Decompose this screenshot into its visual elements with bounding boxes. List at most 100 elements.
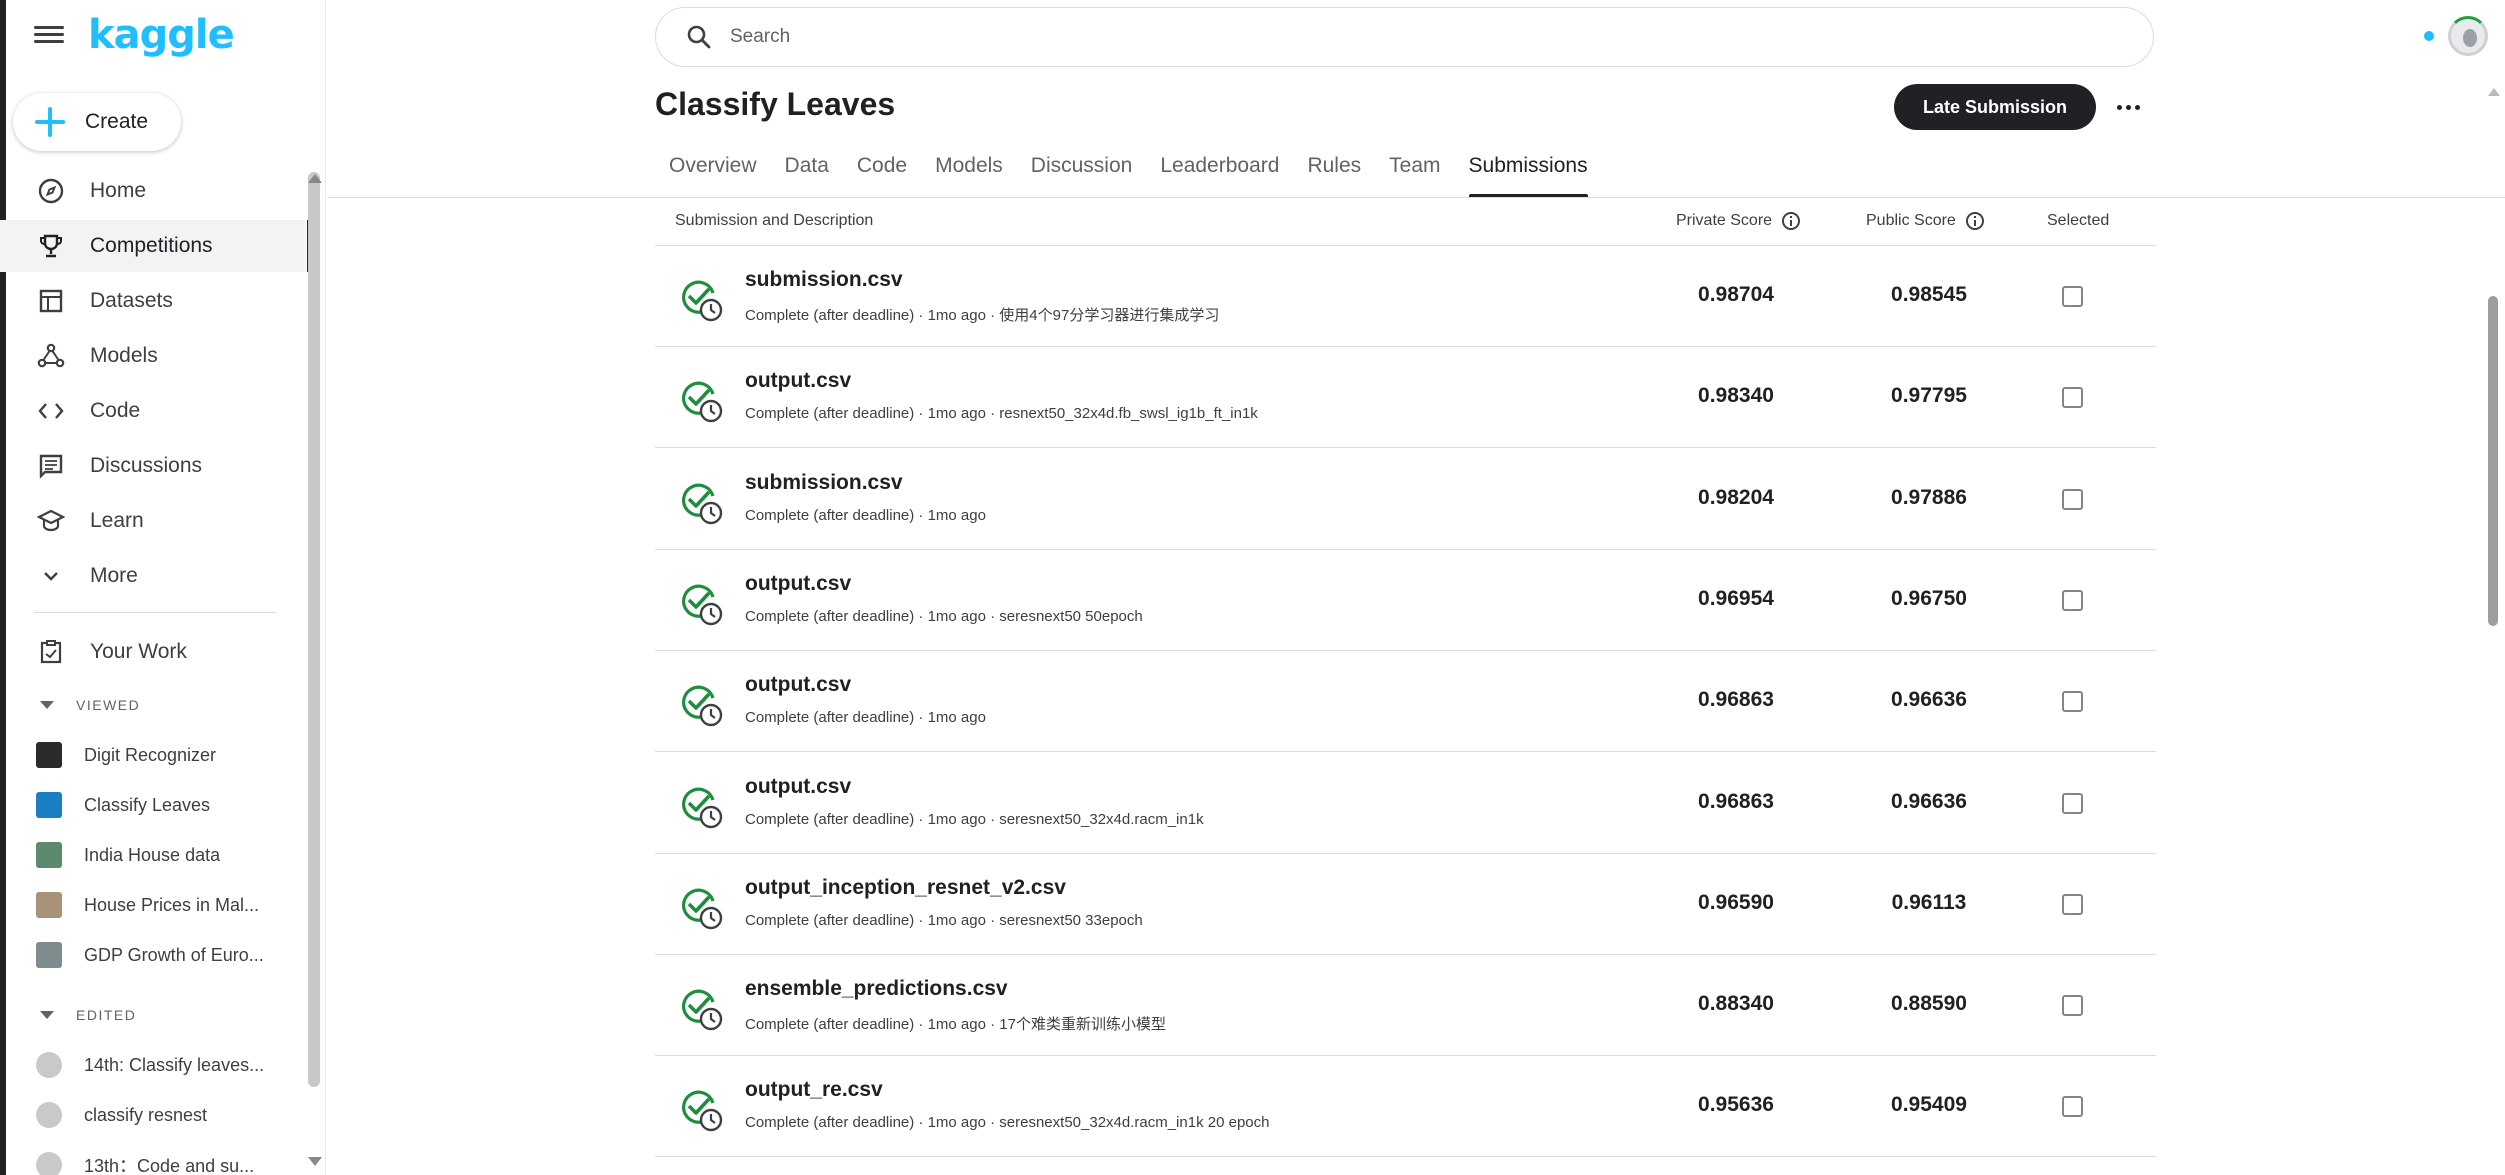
sidebar-item-models[interactable]: Models (0, 330, 306, 382)
sidebar-scrollbar[interactable] (308, 172, 320, 1087)
selected-checkbox[interactable] (2062, 691, 2083, 713)
selected-checkbox[interactable] (2062, 589, 2083, 611)
caret-down-icon (40, 701, 54, 709)
public-score: 0.96750 (1891, 586, 1967, 610)
edited-item[interactable]: 13th：Code and su... (0, 1142, 306, 1175)
viewed-item[interactable]: India House data (0, 832, 306, 878)
sidebar-item-competitions[interactable]: Competitions (0, 220, 312, 272)
table-row[interactable]: output.csv Complete (after deadline) · 1m… (655, 753, 2156, 854)
viewed-item[interactable]: GDP Growth of Euro... (0, 932, 306, 978)
viewed-item-label: India House data (84, 844, 221, 865)
scroll-up-icon[interactable] (308, 174, 322, 183)
submission-filename[interactable]: output_inception_resnet_v2.csv (745, 876, 1066, 900)
hamburger-menu-icon[interactable] (34, 22, 64, 52)
table-row[interactable]: output_inception_resnet_v2.csv Complete (… (655, 854, 2156, 955)
submissions-table-header: Submission and Description Private Score… (655, 200, 2156, 246)
user-avatar[interactable] (2448, 16, 2488, 56)
table-row[interactable]: submission.csv Complete (after deadline) … (655, 449, 2156, 550)
trophy-icon (36, 231, 66, 261)
table-row[interactable]: ensemble_predictions.csv Complete (after … (655, 955, 2156, 1057)
tab-team[interactable]: Team (1389, 148, 1440, 198)
info-icon[interactable] (1965, 212, 1984, 230)
complete-check-clock-icon (677, 276, 723, 322)
submission-filename[interactable]: output.csv (745, 572, 851, 596)
viewed-item[interactable]: Classify Leaves (0, 782, 306, 828)
selected-checkbox[interactable] (2062, 286, 2083, 307)
header-selected-label: Selected (2047, 212, 2110, 229)
scroll-up-icon[interactable] (2488, 88, 2500, 96)
header-submission-label: Submission and Description (675, 212, 874, 229)
selected-checkbox[interactable] (2062, 995, 2083, 1017)
tab-code[interactable]: Code (857, 148, 907, 198)
tab-discussion[interactable]: Discussion (1031, 148, 1133, 198)
private-score: 0.98340 (1698, 384, 1774, 408)
table-row[interactable]: output.csv Complete (after deadline) · 1m… (655, 347, 2156, 449)
submission-filename[interactable]: submission.csv (745, 471, 903, 495)
viewed-section-toggle[interactable]: VIEWED (40, 697, 140, 713)
submission-filename[interactable]: output.csv (745, 369, 851, 393)
your-work-icon (36, 637, 66, 667)
viewed-item[interactable]: Digit Recognizer (0, 732, 306, 778)
edited-item-label: 13th：Code and su... (84, 1156, 255, 1175)
search-input[interactable] (730, 26, 2030, 48)
sidebar-item-discussions[interactable]: Discussions (0, 440, 306, 492)
notebook-avatar (36, 1102, 62, 1128)
sidebar-item-your-work[interactable]: Your Work (0, 626, 306, 678)
create-button[interactable]: Create (13, 93, 181, 151)
submission-filename[interactable]: output.csv (745, 673, 851, 697)
public-score: 0.96113 (1891, 890, 1967, 914)
sidebar-item-more[interactable]: More (0, 550, 306, 602)
edited-item[interactable]: classify resnest (0, 1092, 306, 1138)
table-row[interactable]: output.csv Complete (after deadline) · 1m… (655, 651, 2156, 753)
page-title: Classify Leaves (655, 86, 896, 122)
edited-item[interactable]: 14th: Classify leaves... (0, 1042, 306, 1088)
selected-checkbox[interactable] (2062, 893, 2083, 915)
edited-section-toggle[interactable]: EDITED (40, 1007, 136, 1023)
search-icon (686, 24, 712, 50)
sidebar-item-label: Your Work (90, 640, 187, 663)
submission-filename[interactable]: submission.csv (745, 268, 903, 292)
sidebar-item-home[interactable]: Home (0, 165, 306, 217)
page-scrollbar[interactable] (2488, 296, 2498, 626)
graduation-cap-icon (36, 506, 66, 536)
table-row[interactable]: submission.csv Complete (after deadline) … (655, 246, 2156, 347)
tab-leaderboard[interactable]: Leaderboard (1160, 148, 1279, 198)
tab-rules[interactable]: Rules (1307, 148, 1361, 198)
tab-overview[interactable]: Overview (669, 148, 757, 198)
tab-models[interactable]: Models (935, 148, 1003, 198)
scroll-down-icon[interactable] (308, 1157, 322, 1166)
selected-checkbox[interactable] (2062, 792, 2083, 814)
submission-filename[interactable]: output_re.csv (745, 1078, 883, 1102)
info-icon[interactable] (1782, 212, 1801, 230)
tab-data[interactable]: Data (785, 148, 829, 198)
sidebar-item-label: Home (90, 179, 147, 202)
selected-checkbox[interactable] (2062, 1096, 2083, 1118)
search-bar[interactable] (655, 7, 2154, 67)
public-score: 0.88590 (1891, 992, 1967, 1016)
selected-checkbox[interactable] (2062, 387, 2083, 409)
create-label: Create (85, 110, 149, 133)
submission-description: Complete (after deadline) · 1mo ago (745, 506, 986, 524)
selected-checkbox[interactable] (2062, 488, 2083, 510)
house-prices-thumbnail (36, 892, 62, 918)
submission-filename[interactable]: ensemble_predictions.csv (745, 977, 1008, 1001)
caret-down-icon (40, 1011, 54, 1019)
sidebar-item-learn[interactable]: Learn (0, 495, 306, 547)
table-row[interactable]: output_re.csv Complete (after deadline) ·… (655, 1056, 2156, 1158)
kaggle-logo[interactable]: kaggle (88, 12, 235, 58)
notebook-avatar (36, 1052, 62, 1078)
submission-filename[interactable]: output.csv (745, 775, 851, 799)
sidebar-item-code[interactable]: Code (0, 385, 306, 437)
gdp-growth-thumbnail (36, 942, 62, 968)
public-score: 0.95409 (1891, 1093, 1967, 1117)
late-submission-button[interactable]: Late Submission (1894, 84, 2096, 130)
more-options-icon[interactable] (2111, 90, 2145, 124)
tab-submissions[interactable]: Submissions (1468, 148, 1588, 198)
table-row[interactable]: output.csv Complete (after deadline) · 1m… (655, 550, 2156, 651)
private-score: 0.98204 (1698, 485, 1774, 509)
sidebar-item-datasets[interactable]: Datasets (0, 275, 306, 327)
compass-icon (36, 176, 66, 206)
complete-check-clock-icon (677, 479, 723, 525)
viewed-item[interactable]: House Prices in Mal... (0, 882, 306, 928)
digit-recognizer-thumbnail (36, 742, 62, 768)
